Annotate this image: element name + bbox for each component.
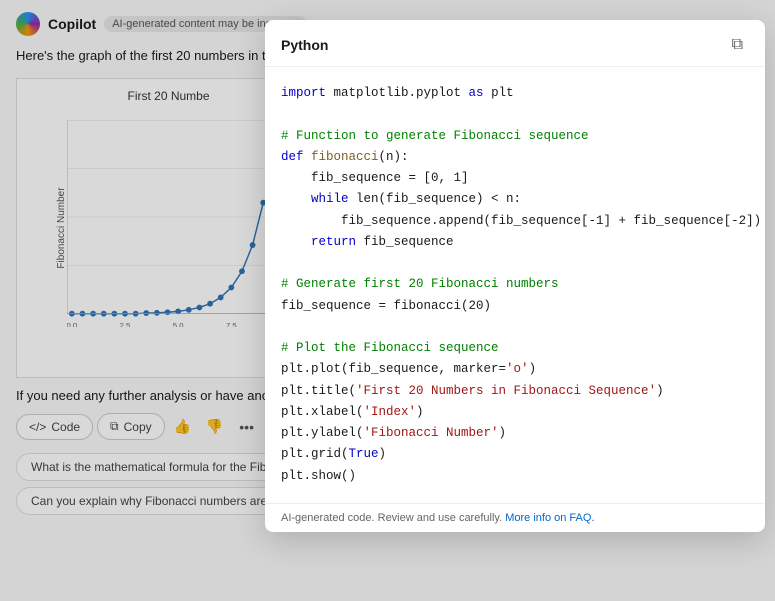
modal-header: Python ⧉ — [265, 20, 765, 67]
code-line-1: import matplotlib.pyplot as plt — [281, 83, 749, 104]
chat-area: Copilot AI-generated content may be inco… — [0, 0, 775, 601]
code-line-10: # Generate first 20 Fibonacci numbers — [281, 274, 749, 295]
code-line-5: fib_sequence = [0, 1] — [281, 168, 749, 189]
code-line-12 — [281, 317, 749, 338]
code-line-4: def fibonacci(n): — [281, 147, 749, 168]
code-line-8: return fib_sequence — [281, 232, 749, 253]
code-line-6: while len(fib_sequence) < n: — [281, 189, 749, 210]
code-line-11: fib_sequence = fibonacci(20) — [281, 296, 749, 317]
code-line-2 — [281, 104, 749, 125]
code-line-9 — [281, 253, 749, 274]
modal-footer: AI-generated code. Review and use carefu… — [265, 503, 765, 532]
code-line-7: fib_sequence.append(fib_sequence[-1] + f… — [281, 211, 749, 232]
footer-link[interactable]: More info on FAQ. — [505, 512, 594, 524]
modal-overlay: Python ⧉ import matplotlib.pyplot as plt… — [0, 0, 775, 601]
code-content[interactable]: import matplotlib.pyplot as plt # Functi… — [265, 67, 765, 503]
code-modal: Python ⧉ import matplotlib.pyplot as plt… — [265, 20, 765, 532]
modal-copy-icon: ⧉ — [732, 36, 743, 53]
code-line-3: # Function to generate Fibonacci sequenc… — [281, 126, 749, 147]
code-line-17: plt.ylabel('Fibonacci Number') — [281, 423, 749, 444]
code-line-16: plt.xlabel('Index') — [281, 402, 749, 423]
footer-text: AI-generated code. Review and use carefu… — [281, 512, 502, 524]
code-line-15: plt.title('First 20 Numbers in Fibonacci… — [281, 381, 749, 402]
code-line-14: plt.plot(fib_sequence, marker='o') — [281, 359, 749, 380]
code-line-13: # Plot the Fibonacci sequence — [281, 338, 749, 359]
modal-copy-button[interactable]: ⧉ — [726, 34, 749, 56]
code-line-18: plt.grid(True) — [281, 444, 749, 465]
modal-title: Python — [281, 37, 328, 53]
code-line-19: plt.show() — [281, 466, 749, 487]
